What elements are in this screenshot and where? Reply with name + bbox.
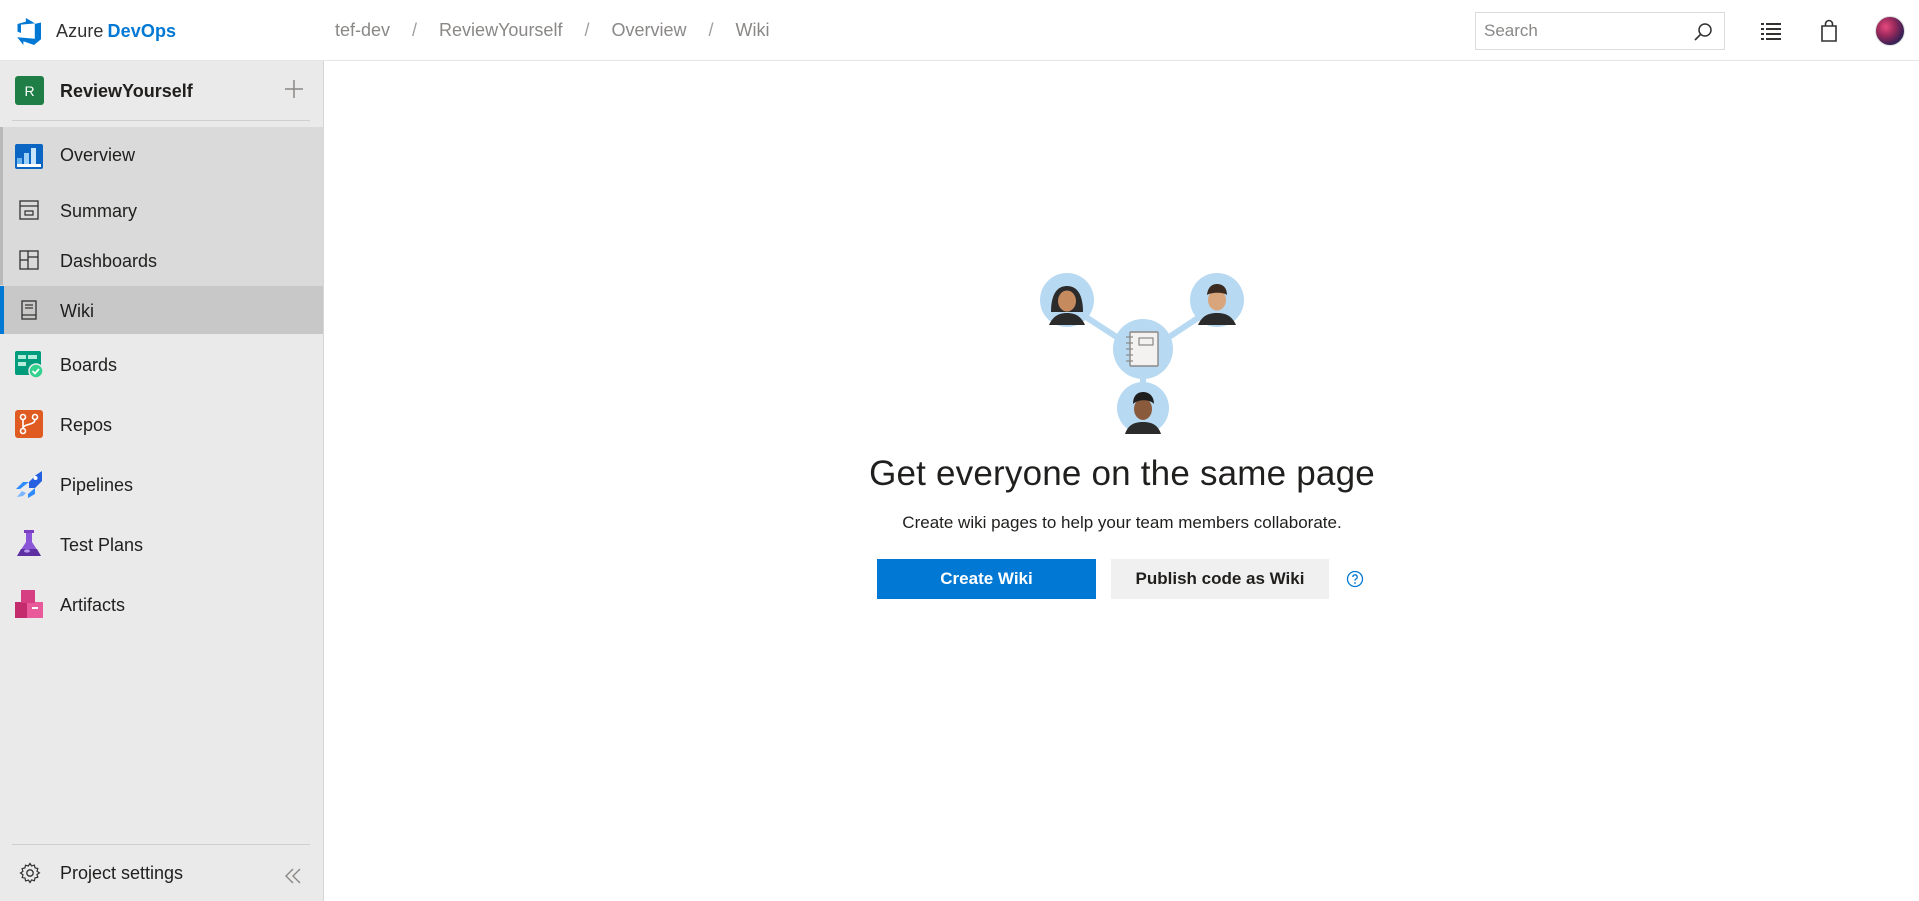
brand-name-devops: DevOps <box>107 20 177 41</box>
top-bar: Azure DevOps tef-dev / ReviewYourself / O… <box>0 0 1919 61</box>
search-input[interactable] <box>1484 21 1684 41</box>
divider <box>12 120 310 121</box>
wiki-icon <box>21 300 37 320</box>
sidebar-item-label: Artifacts <box>60 595 126 615</box>
repos-icon <box>15 410 43 438</box>
breadcrumb-separator: / <box>708 20 714 40</box>
list-icon[interactable] <box>1758 18 1784 44</box>
sidebar-item-label: Wiki <box>60 301 94 321</box>
brand-name-azure: Azure <box>56 20 104 41</box>
breadcrumb-overview[interactable]: Overview <box>611 20 686 41</box>
sidebar-item-artifacts[interactable]: Artifacts <box>0 574 323 634</box>
collapse-sidebar-icon[interactable] <box>282 865 304 887</box>
main-content: Get everyone on the same page Create wik… <box>325 61 1919 901</box>
boards-icon <box>15 351 44 379</box>
empty-state-title: Get everyone on the same page <box>869 454 1375 493</box>
sidebar-item-test-plans[interactable]: Test Plans <box>0 514 323 574</box>
project-header: R ReviewYourself <box>0 61 324 121</box>
gear-icon <box>19 862 41 884</box>
breadcrumb-project[interactable]: ReviewYourself <box>439 20 562 41</box>
project-badge[interactable]: R <box>15 76 44 105</box>
sidebar-item-label: Test Plans <box>60 535 144 555</box>
wiki-collaboration-illustration <box>1040 273 1244 434</box>
artifacts-icon <box>15 590 43 618</box>
summary-icon <box>19 200 39 220</box>
dashboards-icon <box>19 250 39 270</box>
breadcrumb: tef-dev / ReviewYourself / Overview / Wi… <box>335 20 770 41</box>
azure-devops-logo-icon <box>17 18 41 45</box>
sidebar-item-overview[interactable]: Overview <box>0 127 323 185</box>
active-indicator <box>0 286 4 334</box>
create-wiki-button[interactable]: Create Wiki <box>877 559 1096 599</box>
sidebar: R ReviewYourself Overview Summary Dashbo… <box>0 61 324 901</box>
sidebar-item-label: Boards <box>60 355 118 375</box>
nav-indicator <box>0 127 3 185</box>
breadcrumb-wiki[interactable]: Wiki <box>736 20 770 41</box>
add-icon[interactable] <box>282 77 306 101</box>
sidebar-item-boards[interactable]: Boards <box>0 334 323 394</box>
test-plans-icon <box>17 530 41 556</box>
sidebar-item-dashboards[interactable]: Dashboards <box>0 235 323 285</box>
sidebar-item-wiki[interactable]: Wiki <box>0 286 323 334</box>
sidebar-item-pipelines[interactable]: Pipelines <box>0 454 323 514</box>
breadcrumb-organization[interactable]: tef-dev <box>335 20 390 41</box>
sidebar-item-summary[interactable]: Summary <box>0 185 323 235</box>
empty-state-subtitle: Create wiki pages to help your team memb… <box>902 513 1342 532</box>
project-settings-label: Project settings <box>60 863 184 883</box>
search-box <box>1475 12 1725 50</box>
sidebar-item-label: Dashboards <box>60 251 158 271</box>
nav-indicator <box>0 235 3 285</box>
nav-indicator <box>0 185 3 235</box>
sidebar-item-label: Overview <box>60 145 136 165</box>
azure-devops-logo[interactable]: Azure DevOps <box>14 15 176 47</box>
help-icon[interactable] <box>1346 570 1364 588</box>
overview-icon <box>15 144 43 169</box>
user-avatar[interactable] <box>1875 16 1905 46</box>
pipelines-icon <box>16 471 42 498</box>
breadcrumb-separator: / <box>412 20 418 40</box>
shopping-bag-icon[interactable] <box>1816 18 1842 44</box>
sidebar-item-label: Summary <box>60 201 138 221</box>
sidebar-item-repos[interactable]: Repos <box>0 394 323 454</box>
breadcrumb-separator: / <box>584 20 590 40</box>
publish-code-as-wiki-button[interactable]: Publish code as Wiki <box>1111 559 1329 599</box>
sidebar-item-label: Repos <box>60 415 113 435</box>
sidebar-item-label: Pipelines <box>60 475 134 495</box>
project-settings-button[interactable]: Project settings <box>0 845 323 901</box>
search-icon[interactable] <box>1692 21 1714 43</box>
project-name[interactable]: ReviewYourself <box>60 81 193 102</box>
